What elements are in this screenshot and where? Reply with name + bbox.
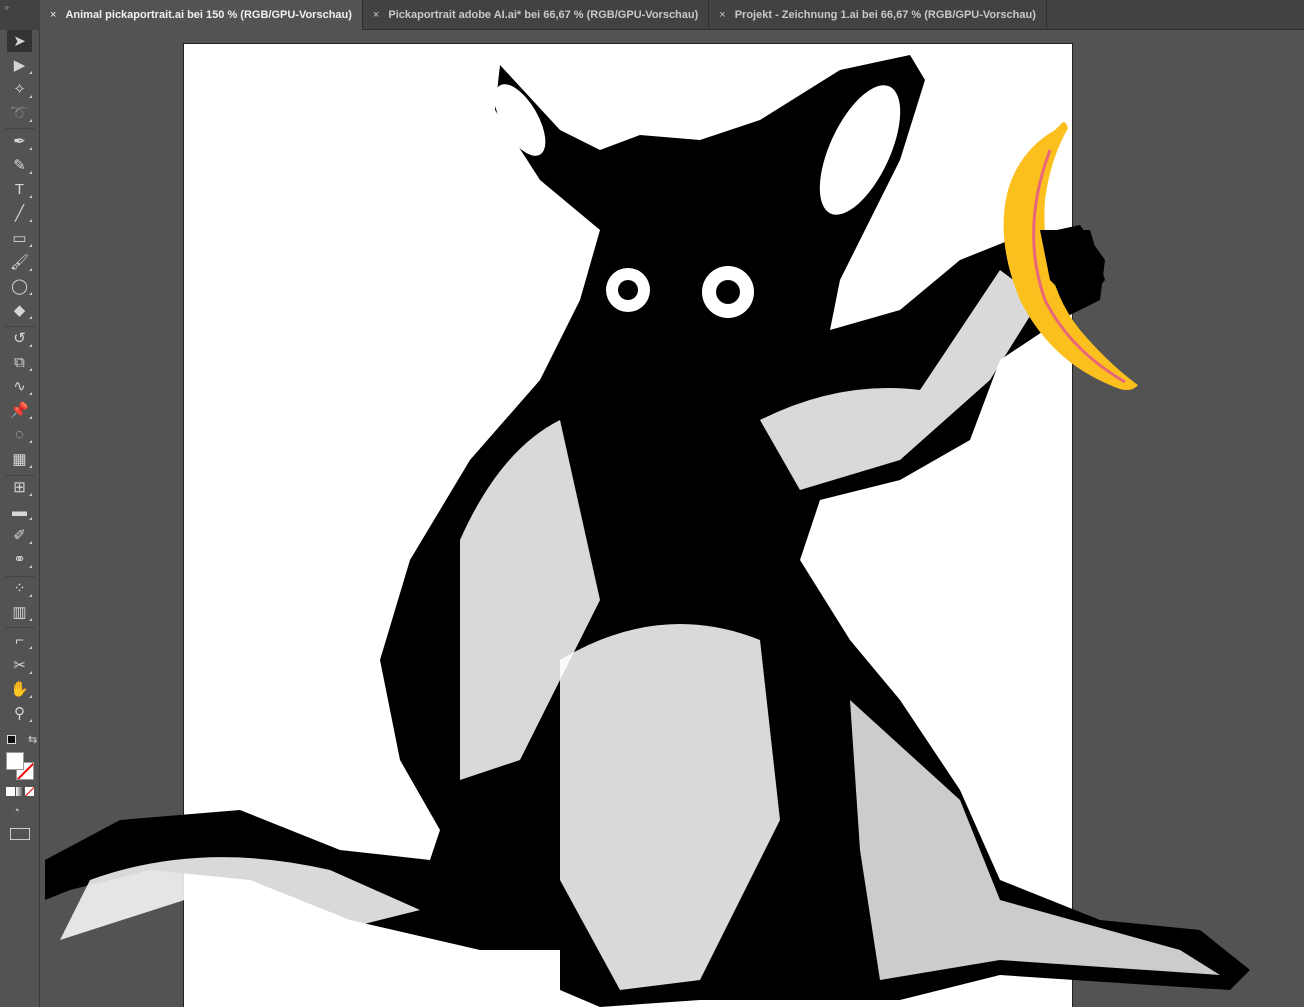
tab-label: Pickaportrait adobe AI.ai* bei 66,67 % (…	[388, 9, 699, 21]
panel-collapse-button[interactable]: »	[0, 0, 40, 30]
hand-tool[interactable]: ✋	[7, 678, 32, 700]
paintbrush-tool[interactable]: 🖌	[7, 251, 32, 273]
default-colors-icon[interactable]	[7, 735, 16, 744]
eraser-tool[interactable]: ◆	[7, 299, 32, 321]
tools-panel: » ➤ ▶ ✧ ➰ ✒ ✎ T ╱ ▭ 🖌 ◯ ◆ ↺ ⧉ ∿ 📌 ◌ ▦ ⊞ ▬ ✐ ⚭ ⁘ ▥ ⌐ ✂ ✋ ⚲ ⇆ ◔	[0, 0, 40, 1007]
shape-builder-tool[interactable]: ◌	[7, 423, 32, 445]
type-tool[interactable]: T	[7, 178, 32, 200]
close-tab-icon[interactable]: ×	[719, 9, 725, 21]
animal-silhouette	[45, 55, 1250, 1007]
tool-divider	[5, 128, 35, 129]
close-tab-icon[interactable]: ×	[50, 9, 56, 21]
puppet-warp-tool[interactable]: 📌	[7, 399, 32, 421]
banana	[1003, 122, 1138, 390]
rectangle-tool[interactable]: ▭	[7, 227, 32, 249]
scale-tool[interactable]: ⧉	[7, 351, 32, 373]
tool-divider	[5, 576, 35, 577]
tab-1[interactable]: × Animal pickaportrait.ai bei 150 % (RGB/…	[40, 0, 363, 30]
slice-tool[interactable]: ✂	[7, 654, 32, 676]
line-tool[interactable]: ╱	[7, 202, 32, 224]
shaper-tool[interactable]: ◯	[7, 275, 32, 297]
column-graph-tool[interactable]: ▥	[7, 601, 32, 623]
illustration-bushbaby-with-banana[interactable]	[41, 31, 1304, 1007]
tool-divider	[5, 475, 35, 476]
document-tabs: × Animal pickaportrait.ai bei 150 % (RGB/…	[40, 0, 1304, 30]
magic-wand-tool[interactable]: ✧	[7, 78, 32, 100]
pen-tool[interactable]: ✒	[7, 130, 32, 152]
zoom-tool[interactable]: ⚲	[7, 702, 32, 724]
direct-selection-tool[interactable]: ▶	[7, 54, 32, 76]
tool-divider	[5, 326, 35, 327]
eyedropper-tool[interactable]: ✐	[7, 524, 32, 546]
rotate-tool[interactable]: ↺	[7, 327, 32, 349]
blend-tool[interactable]: ⚭	[7, 548, 32, 570]
mesh-tool[interactable]: ⊞	[7, 476, 32, 498]
tab-2[interactable]: × Pickaportrait adobe AI.ai* bei 66,67 % …	[363, 0, 710, 30]
color-mode-buttons[interactable]	[6, 787, 35, 796]
warp-tool[interactable]: ∿	[7, 375, 32, 397]
gradient-tool[interactable]: ▬	[7, 500, 32, 522]
tab-label: Projekt - Zeichnung 1.ai bei 66,67 % (RG…	[734, 9, 1036, 21]
artboard-tool[interactable]: ⌐	[7, 629, 32, 651]
lasso-tool[interactable]: ➰	[7, 102, 32, 124]
tab-3[interactable]: × Projekt - Zeichnung 1.ai bei 66,67 % (R…	[709, 0, 1047, 30]
close-tab-icon[interactable]: ×	[373, 9, 379, 21]
screen-mode-icon[interactable]	[10, 828, 30, 840]
tool-divider	[5, 627, 35, 628]
canvas-area[interactable]	[41, 31, 1304, 1007]
draw-mode-icon[interactable]: ◔	[13, 805, 20, 817]
symbol-sprayer-tool[interactable]: ⁘	[7, 577, 32, 599]
tab-label: Animal pickaportrait.ai bei 150 % (RGB/G…	[65, 9, 352, 21]
fill-swatch[interactable]	[6, 752, 24, 770]
swap-fill-stroke-icon[interactable]: ⇆	[28, 733, 37, 746]
perspective-grid-tool[interactable]: ▦	[7, 448, 32, 470]
curvature-tool[interactable]: ✎	[7, 154, 32, 176]
selection-tool[interactable]: ➤	[7, 30, 32, 52]
